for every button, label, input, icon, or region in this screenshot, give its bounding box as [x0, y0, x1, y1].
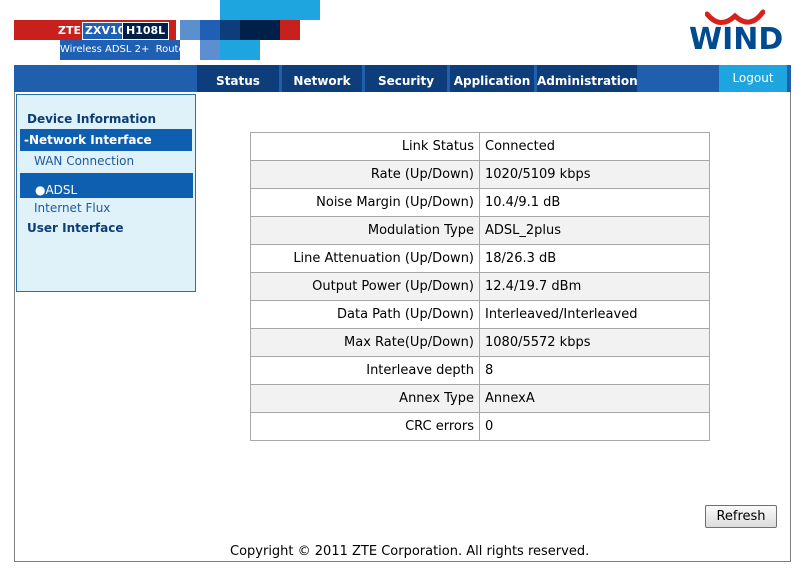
wind-brand-text: WIND — [689, 22, 784, 57]
link-status-value: Connected — [479, 132, 710, 161]
rate-label: Rate (Up/Down) — [250, 160, 480, 189]
sidebar-item-network-interface[interactable]: -Network Interface — [20, 129, 192, 151]
line-attenuation-value: 18/26.3 dB — [479, 244, 710, 273]
line-attenuation-label: Line Attenuation (Up/Down) — [250, 244, 480, 273]
crc-errors-value: 0 — [479, 412, 710, 441]
tab-application[interactable]: Application — [450, 65, 534, 92]
noise-margin-value: 10.4/9.1 dB — [479, 188, 710, 217]
table-row: CRC errors 0 — [250, 412, 710, 441]
table-row: Interleave depth 8 — [250, 356, 710, 385]
data-path-label: Data Path (Up/Down) — [250, 300, 480, 329]
sidebar-item-adsl[interactable]: ●ADSL — [20, 173, 193, 198]
sidebar-item-device-information[interactable]: Device Information — [27, 112, 156, 126]
rate-value: 1020/5109 kbps — [479, 160, 710, 189]
sidebar: Device Information -Network Interface WA… — [16, 94, 196, 292]
tab-administration[interactable]: Administration — [537, 65, 638, 92]
table-row: Output Power (Up/Down) 12.4/19.7 dBm — [250, 272, 710, 301]
output-power-label: Output Power (Up/Down) — [250, 272, 480, 301]
link-status-label: Link Status — [250, 132, 480, 161]
interleave-depth-label: Interleave depth — [250, 356, 480, 385]
table-row: Modulation Type ADSL_2plus — [250, 216, 710, 245]
tab-security[interactable]: Security — [365, 65, 447, 92]
table-row: Noise Margin (Up/Down) 10.4/9.1 dB — [250, 188, 710, 217]
modulation-type-label: Modulation Type — [250, 216, 480, 245]
annex-type-label: Annex Type — [250, 384, 480, 413]
table-row: Data Path (Up/Down) Interleaved/Interleav… — [250, 300, 710, 329]
router-subtitle: Wireless ADSL 2+ Router — [60, 44, 189, 55]
data-path-value: Interleaved/Interleaved — [479, 300, 710, 329]
crc-errors-label: CRC errors — [250, 412, 480, 441]
interleave-depth-value: 8 — [479, 356, 710, 385]
sidebar-item-wan-connection[interactable]: WAN Connection — [34, 154, 134, 168]
table-row: Link Status Connected — [250, 132, 710, 161]
tab-status[interactable]: Status — [197, 65, 279, 92]
zte-brand-text: ZTE — [58, 24, 81, 37]
max-rate-label: Max Rate(Up/Down) — [250, 328, 480, 357]
noise-margin-label: Noise Margin (Up/Down) — [250, 188, 480, 217]
logout-button[interactable]: Logout — [719, 65, 787, 92]
table-row: Rate (Up/Down) 1020/5109 kbps — [250, 160, 710, 189]
copyright-text: Copyright © 2011 ZTE Corporation. All ri… — [230, 544, 590, 559]
sidebar-item-internet-flux[interactable]: Internet Flux — [34, 201, 110, 215]
max-rate-value: 1080/5572 kbps — [479, 328, 710, 357]
tab-network[interactable]: Network — [282, 65, 362, 92]
table-row: Annex Type AnnexA — [250, 384, 710, 413]
adsl-info-table: Link Status Connected Rate (Up/Down) 1020/… — [250, 132, 710, 441]
table-row: Max Rate(Up/Down) 1080/5572 kbps — [250, 328, 710, 357]
table-row: Line Attenuation (Up/Down) 18/26.3 dB — [250, 244, 710, 273]
annex-type-value: AnnexA — [479, 384, 710, 413]
sidebar-item-user-interface[interactable]: User Interface — [27, 221, 124, 235]
modulation-type-value: ADSL_2plus — [479, 216, 710, 245]
refresh-button[interactable]: Refresh — [705, 505, 777, 528]
output-power-value: 12.4/19.7 dBm — [479, 272, 710, 301]
model-variant-text: H108L — [122, 22, 170, 40]
